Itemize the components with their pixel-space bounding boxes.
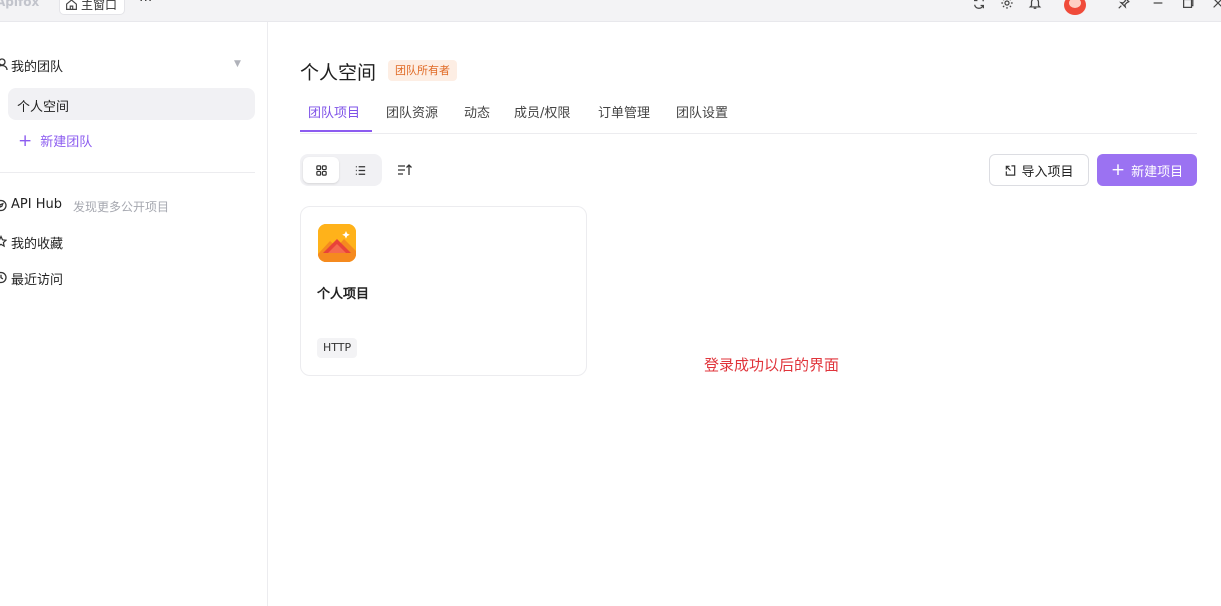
team-tabs: 团队项目 团队资源 动态 成员/权限 订单管理 团队设置: [300, 92, 1197, 134]
page-title: 个人空间: [300, 62, 377, 84]
list-icon: [355, 165, 365, 175]
tab-activity[interactable]: 动态: [464, 102, 490, 121]
plus-icon: +: [1110, 160, 1126, 180]
new-team-button[interactable]: + 新建团队: [18, 131, 92, 150]
project-type-tag: HTTP: [317, 338, 358, 358]
star-icon: [0, 235, 7, 248]
sidebar: 我的团队 ▼ 个人空间 + 新建团队 API Hub 发现更多公开项目 我的收藏…: [0, 22, 268, 606]
sort-icon[interactable]: [396, 161, 414, 179]
create-project-label: 新建项目: [1131, 164, 1184, 180]
tab-team-resources[interactable]: 团队资源: [386, 102, 438, 121]
team-label: 我的团队: [11, 60, 64, 75]
minimize-icon[interactable]: [1150, 0, 1166, 11]
more-tabs-button[interactable]: ···: [139, 0, 152, 9]
bell-icon[interactable]: [1027, 0, 1043, 11]
import-icon: [1006, 164, 1016, 176]
create-project-button[interactable]: + 新建项目: [1097, 154, 1197, 186]
chevron-down-icon[interactable]: ▼: [234, 59, 241, 69]
import-project-button[interactable]: 导入项目: [989, 154, 1089, 186]
import-project-label: 导入项目: [1021, 164, 1074, 180]
tab-team-projects[interactable]: 团队项目: [308, 102, 360, 121]
sidebar-item-label: 最近访问: [11, 273, 64, 288]
sidebar-item-label: API Hub: [11, 197, 62, 212]
owner-badge: 团队所有者: [388, 60, 457, 81]
team-header[interactable]: 我的团队 ▼: [0, 55, 250, 75]
avatar[interactable]: [1064, 0, 1086, 15]
refresh-icon[interactable]: [971, 0, 987, 11]
grid-view-button[interactable]: [303, 157, 339, 183]
active-tab-indicator: [300, 130, 372, 132]
tab-team-settings[interactable]: 团队设置: [676, 102, 728, 121]
title-bar: Apifox 主窗口 ···: [0, 0, 1221, 22]
view-toggle: [300, 154, 382, 186]
pin-icon[interactable]: [1116, 0, 1132, 11]
team-icon: [0, 58, 8, 71]
home-tab-label: 主窗口: [81, 0, 118, 12]
sidebar-item-label: 我的收藏: [11, 237, 64, 252]
home-tab[interactable]: 主窗口: [59, 0, 125, 15]
gear-icon[interactable]: [999, 0, 1015, 11]
project-logo-icon: [318, 224, 356, 262]
tab-members[interactable]: 成员/权限: [514, 102, 570, 121]
sidebar-item-label: 个人空间: [17, 100, 70, 115]
restore-icon[interactable]: [1180, 0, 1196, 11]
app-name: Apifox: [0, 0, 40, 9]
main-content: 个人空间 团队所有者 团队项目 团队资源 动态 成员/权限 订单管理 团队设置 …: [268, 22, 1221, 606]
list-view-button[interactable]: [342, 157, 378, 183]
sidebar-item-hint: 发现更多公开项目: [73, 200, 170, 214]
annotation-note: 登录成功以后的界面: [704, 356, 840, 374]
clock-icon: [0, 271, 7, 284]
project-name: 个人项目: [317, 287, 370, 302]
sidebar-divider: [0, 172, 255, 173]
tab-orders[interactable]: 订单管理: [598, 102, 650, 121]
plus-icon: +: [18, 130, 33, 151]
home-icon: [66, 0, 77, 10]
sidebar-item-personal-space[interactable]: 个人空间: [8, 88, 255, 120]
new-team-label: 新建团队: [40, 135, 93, 150]
project-card[interactable]: 个人项目 HTTP: [300, 206, 587, 376]
compass-icon: [0, 199, 7, 212]
close-icon[interactable]: [1210, 0, 1221, 11]
grid-icon: [315, 164, 327, 176]
